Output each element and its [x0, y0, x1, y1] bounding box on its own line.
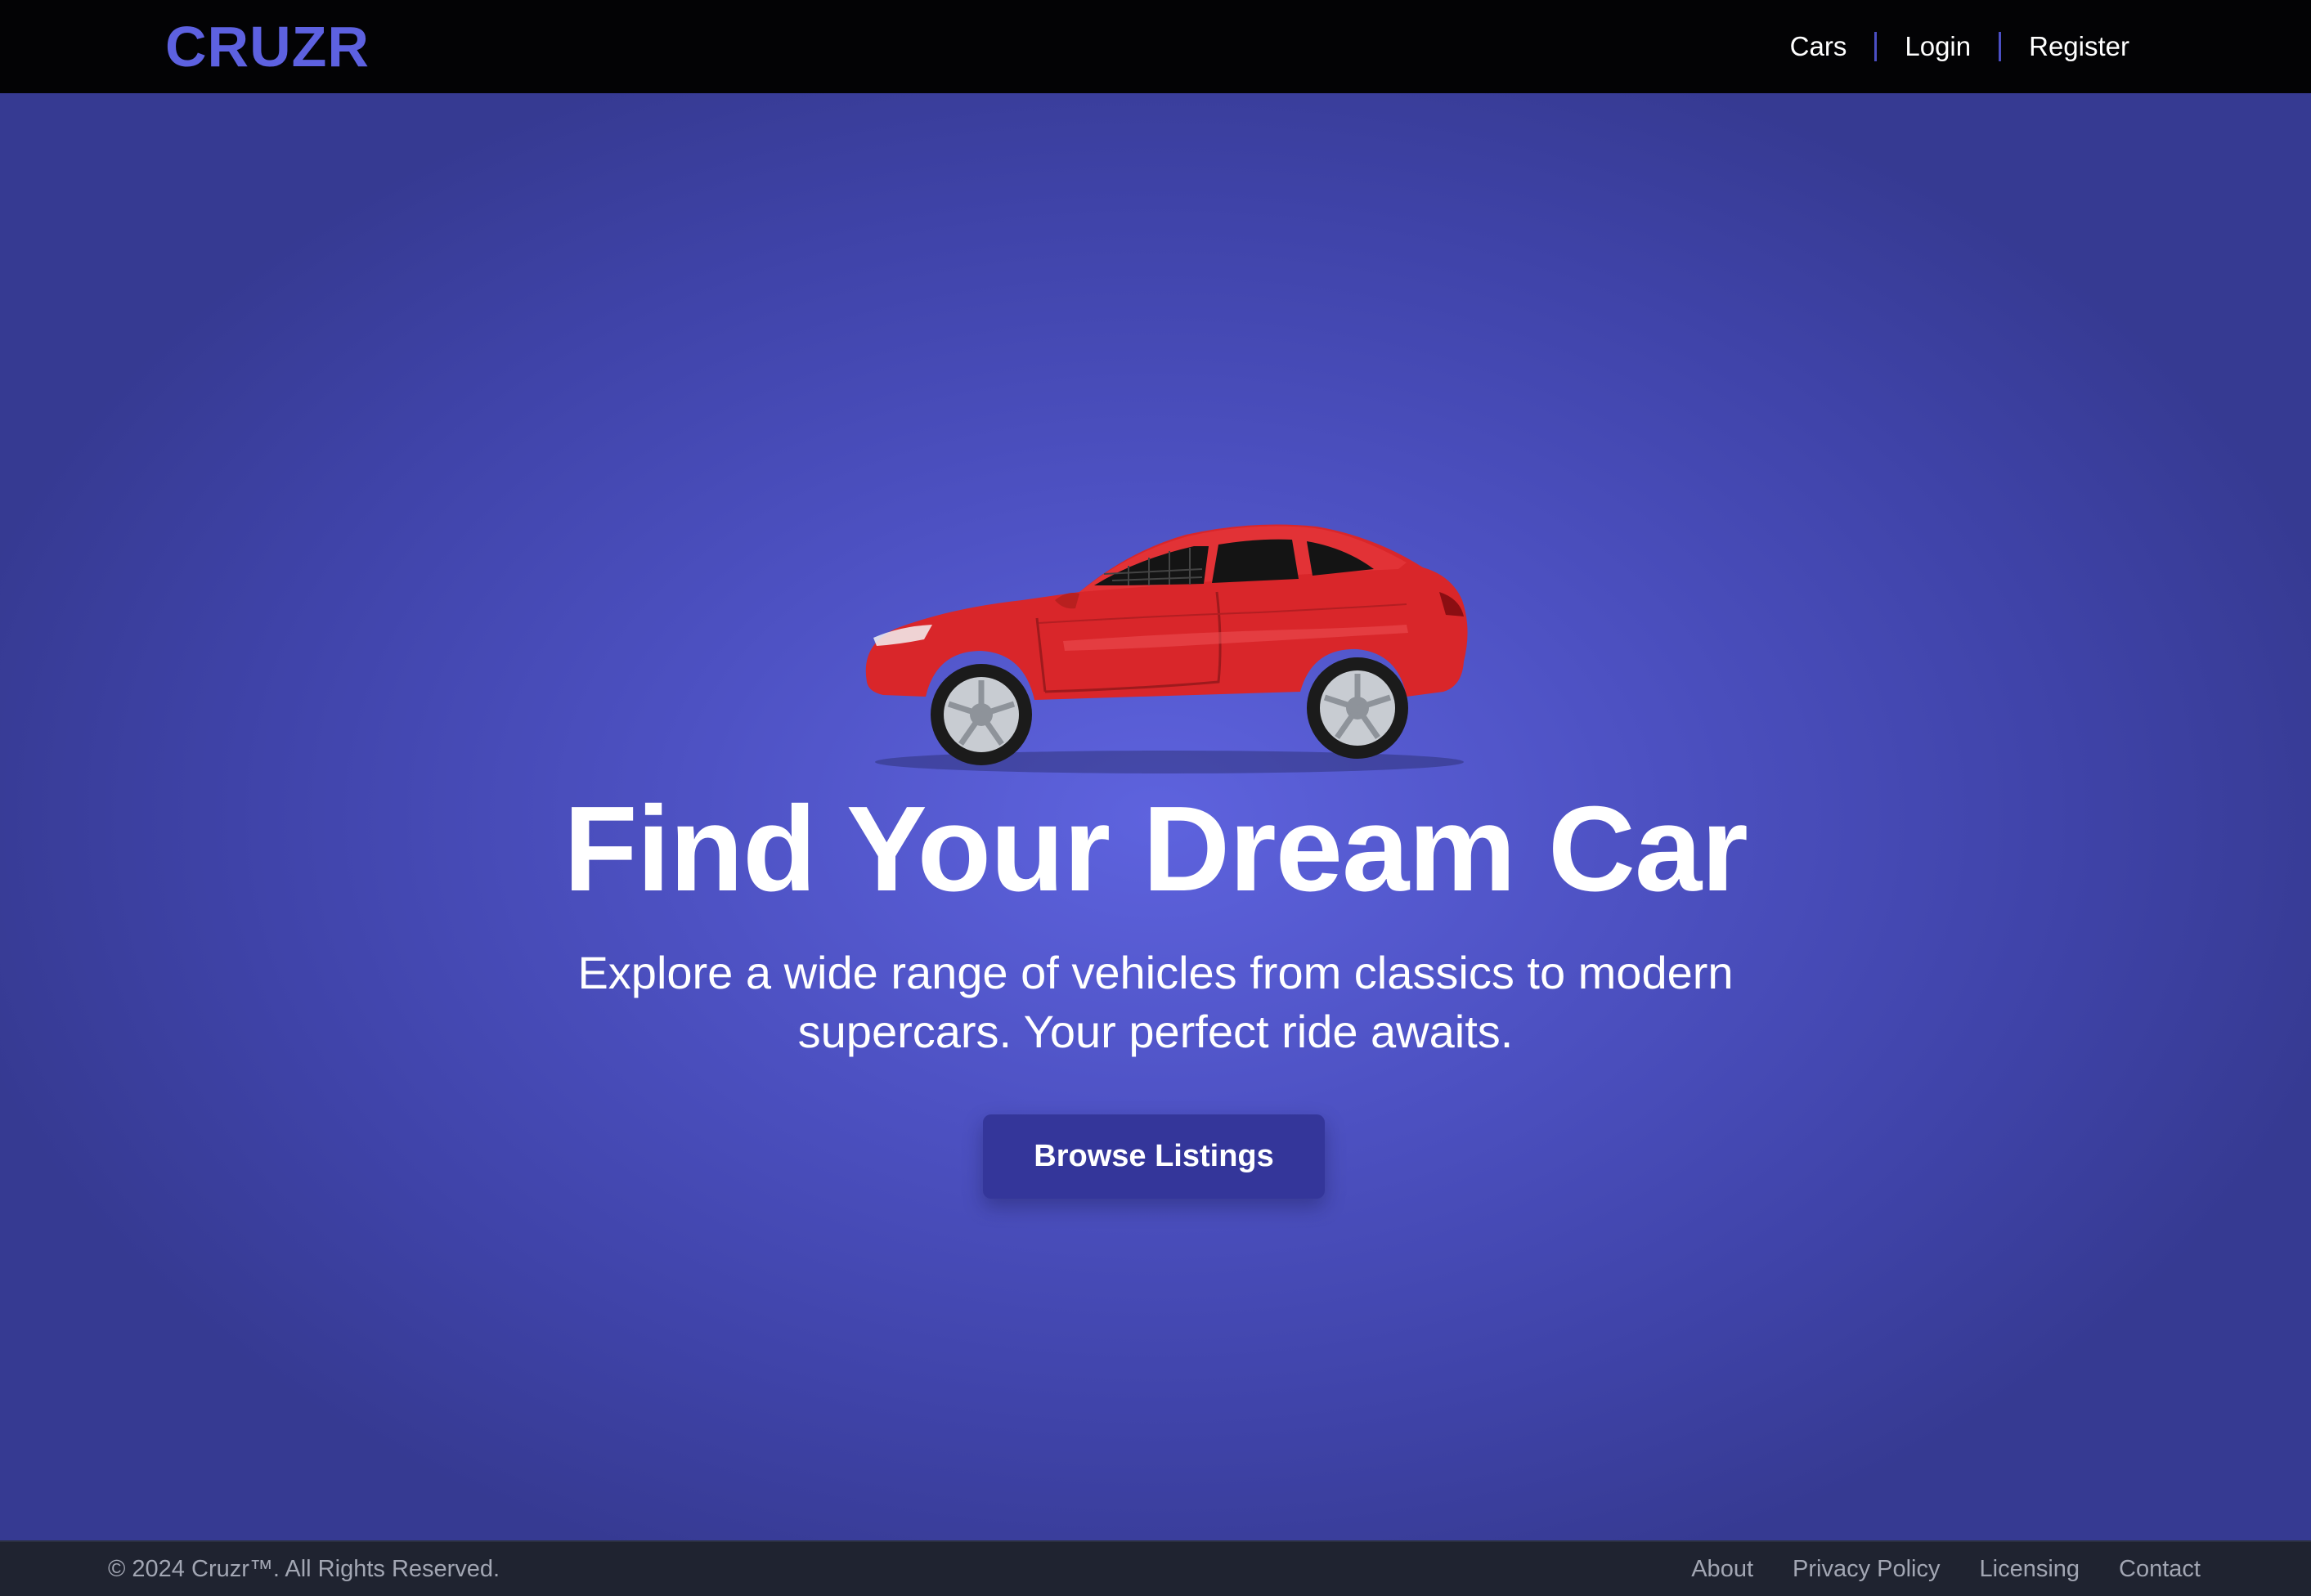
footer-link-privacy-policy[interactable]: Privacy Policy	[1793, 1556, 1941, 1583]
brand-logo[interactable]: CRUZR	[165, 14, 370, 79]
nav-link-login[interactable]: Login	[1877, 31, 1999, 62]
nav-link-cars[interactable]: Cars	[1762, 31, 1875, 62]
main-nav: Cars Login Register	[1762, 31, 2146, 62]
hero-car-image	[865, 524, 1468, 773]
hero-subtitle: Explore a wide range of vehicles from cl…	[577, 947, 1734, 1057]
copyright-text: © 2024 Cruzr™. All Rights Reserved.	[108, 1555, 500, 1582]
footer-links: About Privacy Policy Licensing Contact	[1652, 1556, 2201, 1583]
browse-listings-button[interactable]: Browse Listings	[983, 1114, 1325, 1199]
footer-link-about[interactable]: About	[1691, 1556, 1753, 1583]
hero-section: Find Your Dream Car Explore a wide range…	[0, 93, 2311, 1540]
footer-link-contact[interactable]: Contact	[2119, 1556, 2201, 1583]
footer-link-licensing[interactable]: Licensing	[1980, 1556, 2080, 1583]
top-navbar: CRUZR Cars Login Register	[0, 0, 2311, 93]
site-footer: © 2024 Cruzr™. All Rights Reserved. Abou…	[0, 1540, 2311, 1596]
hero-title: Find Your Dream Car	[563, 782, 1748, 917]
nav-link-register[interactable]: Register	[2001, 31, 2146, 62]
